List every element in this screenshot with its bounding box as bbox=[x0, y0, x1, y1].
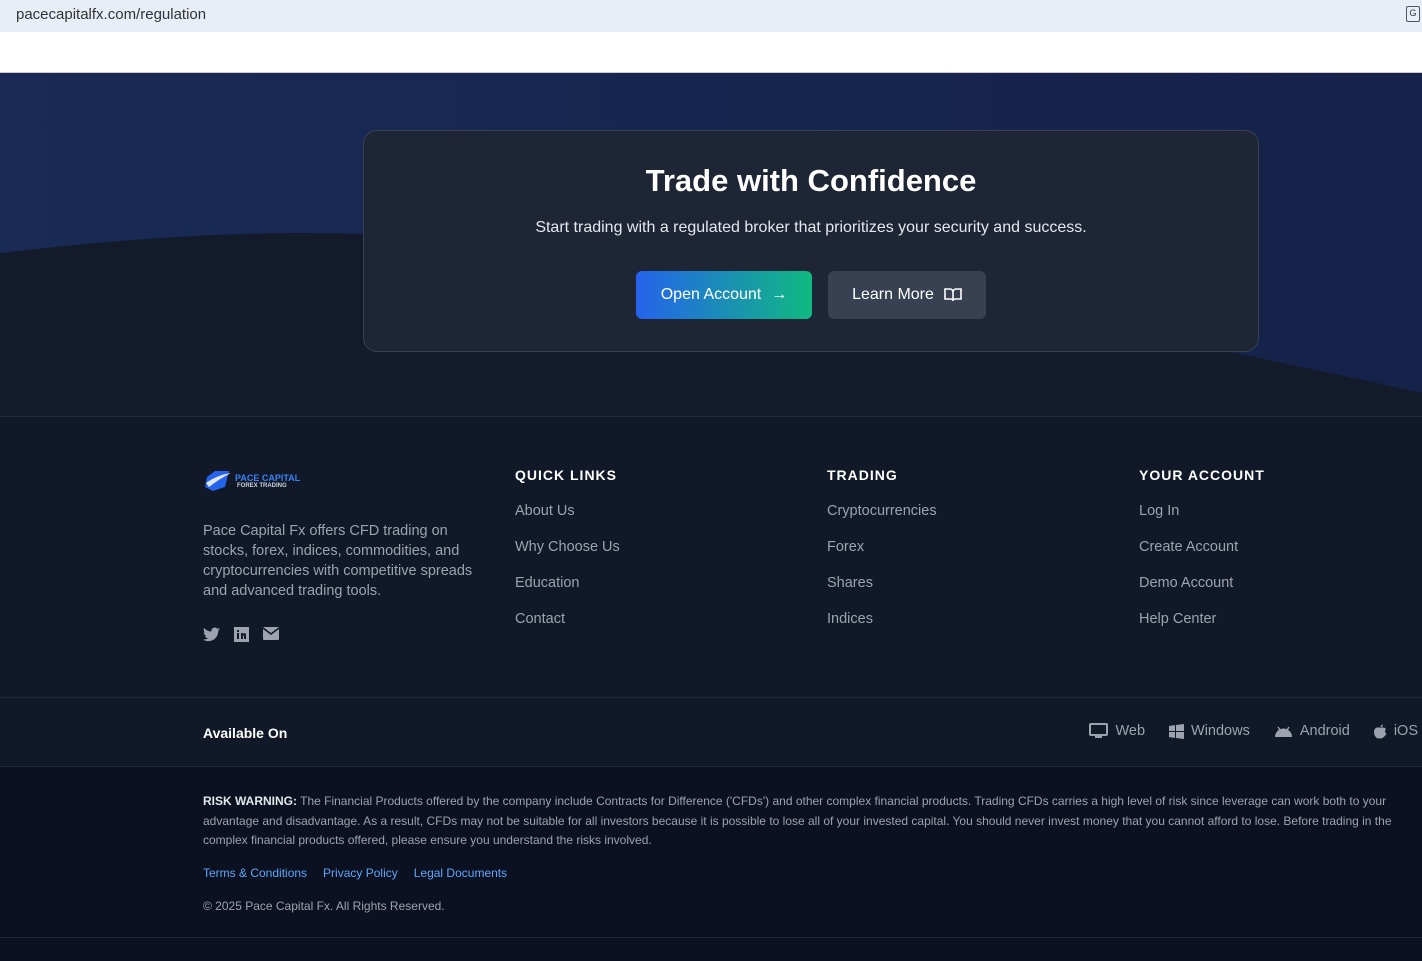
site-header bbox=[0, 32, 1422, 73]
legal-section: RISK WARNING: The Financial Products off… bbox=[0, 767, 1422, 961]
platform-web[interactable]: Web bbox=[1089, 723, 1145, 739]
divider bbox=[0, 937, 1422, 938]
legal-documents-link[interactable]: Legal Documents bbox=[414, 866, 507, 880]
platform-ios[interactable]: iOS bbox=[1373, 723, 1418, 739]
platform-android[interactable]: Android bbox=[1274, 723, 1350, 739]
learn-more-label: Learn More bbox=[852, 286, 934, 303]
url-text[interactable]: pacecapitalfx.com/regulation bbox=[16, 6, 206, 23]
risk-warning-label: RISK WARNING: bbox=[203, 794, 297, 808]
your-account-column: YOUR ACCOUNT Log In Create Account Demo … bbox=[1139, 467, 1265, 647]
platform-label: Web bbox=[1115, 723, 1146, 739]
risk-warning: RISK WARNING: The Financial Products off… bbox=[203, 792, 1403, 851]
privacy-policy-link[interactable]: Privacy Policy bbox=[323, 866, 398, 880]
footer-link-help-center[interactable]: Help Center bbox=[1139, 611, 1265, 647]
footer-logo[interactable]: PACE CAPITAL FOREX TRADING bbox=[203, 469, 300, 493]
android-icon bbox=[1274, 726, 1292, 737]
twitter-icon[interactable] bbox=[203, 627, 220, 642]
trading-column: TRADING Cryptocurrencies Forex Shares In… bbox=[827, 467, 937, 647]
logo-mark-icon bbox=[205, 471, 231, 491]
company-description: Pace Capital Fx offers CFD trading on st… bbox=[203, 523, 473, 599]
footer-link-demo-account[interactable]: Demo Account bbox=[1139, 575, 1265, 611]
platform-label: iOS bbox=[1393, 723, 1418, 739]
book-open-icon bbox=[944, 288, 962, 302]
cta-card: Trade with Confidence Start trading with… bbox=[363, 130, 1259, 352]
footer-link-log-in[interactable]: Log In bbox=[1139, 503, 1265, 539]
available-on-label: Available On bbox=[203, 725, 288, 741]
footer-link-forex[interactable]: Forex bbox=[827, 539, 937, 575]
copyright: © 2025 Pace Capital Fx. All Rights Reser… bbox=[203, 899, 445, 913]
platform-windows[interactable]: Windows bbox=[1169, 723, 1250, 739]
logo-line1: PACE CAPITAL bbox=[235, 472, 301, 483]
open-account-label: Open Account bbox=[660, 286, 762, 303]
footer-link-education[interactable]: Education bbox=[515, 575, 620, 611]
social-links bbox=[203, 627, 279, 642]
footer-link-cryptocurrencies[interactable]: Cryptocurrencies bbox=[827, 503, 937, 539]
email-icon[interactable] bbox=[263, 627, 279, 640]
column-heading: TRADING bbox=[827, 467, 898, 483]
footer-link-create-account[interactable]: Create Account bbox=[1139, 539, 1265, 575]
cta-subtitle: Start trading with a regulated broker th… bbox=[535, 219, 1087, 236]
footer-link-contact[interactable]: Contact bbox=[515, 611, 620, 647]
platform-label: Windows bbox=[1191, 723, 1250, 739]
footer-link-about-us[interactable]: About Us bbox=[515, 503, 620, 539]
open-account-button[interactable]: Open Account → bbox=[636, 271, 812, 319]
footer-link-indices[interactable]: Indices bbox=[827, 611, 937, 647]
address-bar[interactable]: pacecapitalfx.com/regulation G bbox=[0, 0, 1422, 32]
desktop-icon bbox=[1089, 723, 1109, 738]
column-heading: QUICK LINKS bbox=[515, 467, 617, 483]
platform-label: Android bbox=[1299, 723, 1350, 739]
cta-title: Trade with Confidence bbox=[645, 163, 977, 198]
column-heading: YOUR ACCOUNT bbox=[1139, 467, 1265, 483]
footer: PACE CAPITAL FOREX TRADING Pace Capital F… bbox=[0, 417, 1422, 697]
cta-section: Trade with Confidence Start trading with… bbox=[0, 73, 1422, 417]
logo-line2: FOREX TRADING bbox=[237, 482, 287, 489]
windows-icon bbox=[1169, 723, 1185, 739]
learn-more-button[interactable]: Learn More bbox=[828, 271, 986, 319]
footer-link-shares[interactable]: Shares bbox=[827, 575, 937, 611]
apple-icon bbox=[1373, 724, 1387, 739]
available-on-bar: Available On Web Windows Android iOS bbox=[0, 697, 1422, 767]
risk-warning-text: The Financial Products offered by the co… bbox=[203, 794, 1392, 847]
linkedin-icon[interactable] bbox=[234, 627, 249, 642]
footer-link-why-choose-us[interactable]: Why Choose Us bbox=[515, 539, 620, 575]
quick-links-column: QUICK LINKS About Us Why Choose Us Educa… bbox=[515, 467, 620, 647]
terms-link[interactable]: Terms & Conditions bbox=[203, 866, 307, 880]
translate-icon[interactable]: G bbox=[1406, 6, 1420, 22]
arrow-right-icon: → bbox=[771, 286, 788, 303]
